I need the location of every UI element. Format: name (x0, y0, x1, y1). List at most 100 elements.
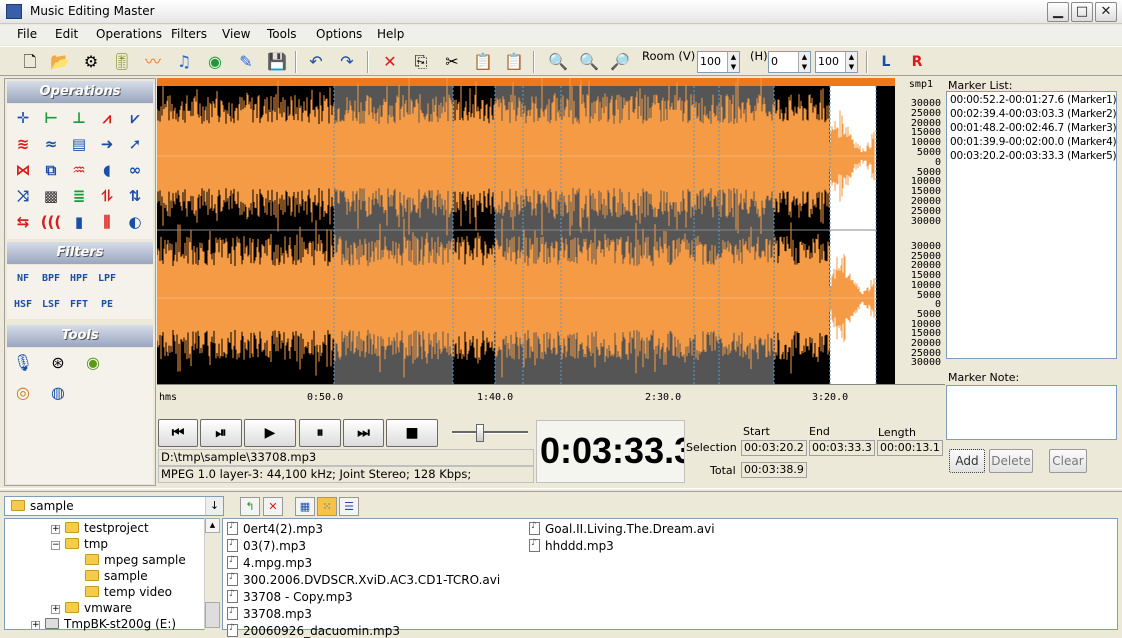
delete-icon[interactable]: ✕ (378, 51, 402, 73)
pitch-icon[interactable]: ⥮ (96, 185, 118, 207)
amplify-icon[interactable]: ≋ (12, 133, 34, 155)
maximize-button[interactable]: □ (1071, 2, 1093, 22)
file-item[interactable]: 4.mpg.mp3 (227, 555, 312, 570)
doppler-icon[interactable]: ((( (40, 211, 62, 233)
insert-silence-icon[interactable]: ✛ (12, 107, 34, 129)
menu-options[interactable]: Options (316, 27, 362, 41)
right-channel-button[interactable]: R (905, 51, 929, 73)
folder-tree[interactable]: + testproject − tmp mpeg sample sample t… (4, 518, 220, 631)
marker-item[interactable]: 00:00:52.2-00:01:27.6 (Marker1) (950, 94, 1117, 106)
zoom-out-icon[interactable]: 🔍 (577, 51, 601, 73)
file-item[interactable]: 03(7).mp3 (227, 538, 306, 553)
save-icon[interactable]: 💾 (265, 51, 289, 73)
bandpass-filter-button[interactable]: BPF (40, 269, 62, 289)
room-v-input[interactable]: 100 ▲ ▼ (697, 51, 740, 73)
marker-item[interactable]: 00:03:20.2-00:03:33.3 (Marker5) (950, 150, 1117, 162)
scroll-thumb[interactable] (205, 602, 220, 628)
playback-progress-bar[interactable] (157, 78, 895, 86)
menu-view[interactable]: View (222, 27, 250, 41)
play-button[interactable]: ▶ (244, 419, 296, 447)
scroll-up-icon[interactable]: ▲ (205, 518, 220, 533)
expand-icon[interactable]: + (51, 605, 60, 614)
expand-icon[interactable]: + (51, 525, 60, 534)
marker-list[interactable]: 00:00:52.2-00:01:27.6 (Marker1) 00:02:39… (946, 91, 1117, 359)
invert-icon[interactable]: ▮ (68, 211, 90, 233)
list-view-icon[interactable]: ⁙ (317, 497, 337, 516)
tree-node[interactable]: mpeg sample (85, 553, 186, 567)
undo-icon[interactable]: ↶ (304, 51, 328, 73)
waveform-canvas[interactable] (156, 76, 895, 384)
shift-icon[interactable]: ➚ (124, 133, 146, 155)
fade-in-icon[interactable]: ⩘ (96, 107, 118, 129)
go-to-start-button[interactable]: ⏮ (158, 419, 198, 447)
details-view-icon[interactable]: ☰ (339, 497, 359, 516)
redo-icon[interactable]: ↷ (335, 51, 359, 73)
spinner-arrows[interactable]: ▲ ▼ (845, 52, 857, 72)
operations-header[interactable]: Operations (7, 81, 153, 103)
menu-filters[interactable]: Filters (171, 27, 207, 41)
menu-help[interactable]: Help (377, 27, 404, 41)
new-file-icon[interactable]: 🗋 (18, 51, 42, 73)
stereo-icon[interactable]: ◖ (96, 159, 118, 181)
add-marker-button[interactable]: Add (949, 449, 985, 473)
tree-node[interactable]: temp video (85, 585, 172, 599)
wave-icon[interactable]: 〰 (141, 51, 165, 73)
room-h2-input[interactable]: 100 ▲ ▼ (815, 51, 858, 73)
open-folder-icon[interactable]: 📂 (48, 51, 72, 73)
file-item[interactable]: 0ert4(2).mp3 (227, 521, 323, 536)
menu-operations[interactable]: Operations (96, 27, 162, 41)
file-list[interactable]: 0ert4(2).mp3 03(7).mp3 4.mpg.mp3 300.200… (222, 518, 1118, 638)
record-icon[interactable]: 🎚 (110, 51, 134, 73)
reverse-icon[interactable]: ⇆ (12, 211, 34, 233)
cd-burn-icon[interactable]: ◉ (82, 352, 104, 374)
forward-icon[interactable]: ➜ (96, 133, 118, 155)
edit-icon[interactable]: ✎ (234, 51, 258, 73)
marker-item[interactable]: 00:01:39.9-00:02:00.0 (Marker4) (950, 136, 1117, 148)
selection-length-value[interactable]: 00:00:13.1 (877, 440, 943, 456)
notch-filter-button[interactable]: NF (12, 269, 34, 289)
chorus-icon[interactable]: ∞ (124, 159, 146, 181)
cd-ripper-icon[interactable]: ⊛ (47, 352, 69, 374)
marker-item[interactable]: 00:02:39.4-00:03:03.3 (Marker2) (950, 108, 1117, 120)
highshelf-filter-button[interactable]: HSF (12, 295, 34, 315)
audio-file-icon[interactable]: ♫ (172, 51, 196, 73)
distortion-icon[interactable]: ⋈ (12, 159, 34, 181)
play-selection-button[interactable]: ⏯ (200, 419, 242, 447)
cd-audio-icon[interactable]: ◎ (12, 382, 34, 404)
volume-slider[interactable] (452, 431, 528, 434)
swap-channel-icon[interactable]: ◐ (124, 211, 146, 233)
paste-icon[interactable]: 📋 (471, 51, 495, 73)
trim-icon[interactable]: ⊢ (40, 107, 62, 129)
selection-end-value[interactable]: 00:03:33.3 (809, 440, 875, 456)
reverb-icon[interactable]: ≣ (68, 185, 90, 207)
fft-filter-button[interactable]: FFT (68, 295, 90, 315)
menu-tools[interactable]: Tools (267, 27, 297, 41)
split-icon[interactable]: ⊥ (68, 107, 90, 129)
left-channel-button[interactable]: L (874, 51, 898, 73)
file-item[interactable]: 300.2006.DVDSCR.XviD.AC3.CD1-TCRO.avi (227, 572, 500, 587)
zoom-fit-icon[interactable]: 🔎 (608, 51, 632, 73)
parametric-eq-button[interactable]: PE (96, 295, 118, 315)
disc-info-icon[interactable]: ◍ (47, 382, 69, 404)
delete-marker-button[interactable]: Delete (989, 449, 1033, 473)
large-icons-view-icon[interactable]: ▦ (295, 497, 315, 516)
copy-region-icon[interactable]: ⧉ (40, 159, 62, 181)
file-item[interactable]: 33708.mp3 (227, 606, 312, 621)
stop-button[interactable]: ■ (386, 419, 438, 447)
tree-node[interactable]: TmpBK-st200g (E:) (45, 617, 176, 631)
flanger-icon[interactable]: ⤨ (12, 185, 34, 207)
minimize-button[interactable]: ▁ (1047, 2, 1069, 22)
tree-node[interactable]: testproject (65, 521, 149, 535)
marker-note-field[interactable] (946, 385, 1117, 440)
normalize-icon[interactable]: ≈ (40, 133, 62, 155)
up-folder-icon[interactable]: ↰ (240, 497, 260, 516)
file-item[interactable]: Goal.II.Living.The.Dream.avi (529, 521, 715, 536)
chevron-down-icon[interactable]: ↓ (205, 497, 223, 515)
highpass-filter-button[interactable]: HPF (68, 269, 90, 289)
menu-file[interactable]: File (17, 27, 37, 41)
play-media-icon[interactable]: ◉ (203, 51, 227, 73)
noise-icon[interactable]: ▩ (40, 185, 62, 207)
cut-icon[interactable]: ✂ (440, 51, 464, 73)
vocal-remove-icon[interactable]: ⫼ (96, 211, 118, 233)
filters-header[interactable]: Filters (7, 242, 153, 264)
